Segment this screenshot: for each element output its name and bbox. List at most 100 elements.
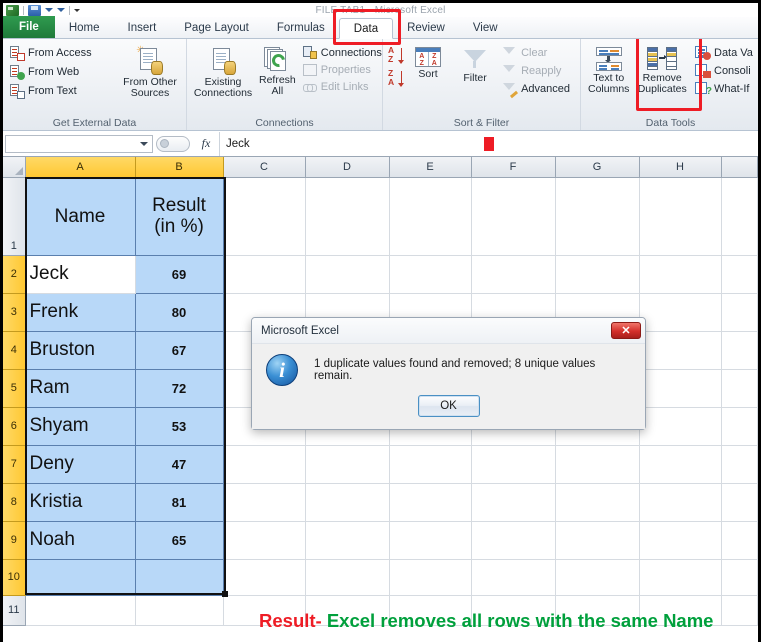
cell-a6[interactable]: Shyam [25, 407, 136, 446]
cell-c9[interactable] [223, 521, 306, 560]
cell-b1[interactable]: Result (in %) [135, 177, 224, 256]
tab-page-layout[interactable]: Page Layout [170, 17, 263, 38]
cell-b8[interactable]: 81 [135, 483, 224, 522]
reapply-button[interactable]: Reapply [500, 62, 575, 79]
cell-overflow-8[interactable] [721, 483, 758, 522]
name-box[interactable] [5, 134, 153, 153]
column-header-f[interactable]: F [471, 157, 556, 178]
refresh-all-button[interactable]: Refresh All [257, 44, 298, 100]
cell-h1[interactable] [639, 177, 722, 256]
advanced-button[interactable]: Advanced [500, 80, 575, 99]
cell-c1[interactable] [223, 177, 306, 256]
cell-h6[interactable] [639, 407, 722, 446]
cell-c10[interactable] [223, 559, 306, 596]
select-all-corner[interactable] [3, 157, 26, 178]
column-header-a[interactable]: A [25, 157, 136, 178]
cell-b4[interactable]: 67 [135, 331, 224, 370]
tab-view[interactable]: View [459, 17, 512, 38]
clear-button[interactable]: Clear [500, 44, 575, 61]
cell-g2[interactable] [555, 255, 640, 294]
column-header-b[interactable]: B [135, 157, 224, 178]
cell-h5[interactable] [639, 369, 722, 408]
cell-overflow-6[interactable] [721, 407, 758, 446]
insert-function-icon[interactable]: fx [193, 136, 219, 151]
cell-b11[interactable] [135, 595, 224, 626]
cell-f9[interactable] [471, 521, 556, 560]
cell-b10[interactable] [135, 559, 224, 596]
row-header-5[interactable]: 5 [3, 369, 26, 408]
cell-b9[interactable]: 65 [135, 521, 224, 560]
cell-a3[interactable]: Frenk [25, 293, 136, 332]
sort-ascending-icon[interactable]: AZ [388, 46, 404, 68]
cell-e1[interactable] [389, 177, 472, 256]
cell-b5[interactable]: 72 [135, 369, 224, 408]
cell-e7[interactable] [389, 445, 472, 484]
row-header-2[interactable]: 2 [3, 255, 26, 294]
cell-d9[interactable] [305, 521, 390, 560]
cell-b2[interactable]: 69 [135, 255, 224, 294]
cell-d10[interactable] [305, 559, 390, 596]
tab-data[interactable]: Data [338, 18, 394, 39]
expand-formula-bar-button[interactable] [156, 135, 190, 152]
ok-button[interactable]: OK [417, 395, 480, 417]
cell-c8[interactable] [223, 483, 306, 522]
cell-a7[interactable]: Deny [25, 445, 136, 484]
row-header-8[interactable]: 8 [3, 483, 26, 522]
cell-h3[interactable] [639, 293, 722, 332]
tab-file[interactable]: File [3, 16, 55, 38]
row-header-3[interactable]: 3 [3, 293, 26, 332]
cell-f1[interactable] [471, 177, 556, 256]
cell-g8[interactable] [555, 483, 640, 522]
cell-b7[interactable]: 47 [135, 445, 224, 484]
row-header-4[interactable]: 4 [3, 331, 26, 370]
row-header-9[interactable]: 9 [3, 521, 26, 560]
cell-g10[interactable] [555, 559, 640, 596]
column-header-h[interactable]: H [639, 157, 722, 178]
cell-overflow-3[interactable] [721, 293, 758, 332]
cell-e8[interactable] [389, 483, 472, 522]
row-header-7[interactable]: 7 [3, 445, 26, 484]
edit-links-button[interactable]: Edit Links [301, 79, 381, 95]
cell-a11[interactable] [25, 595, 136, 626]
cell-e10[interactable] [389, 559, 472, 596]
cell-h2[interactable] [639, 255, 722, 294]
cell-f7[interactable] [471, 445, 556, 484]
cell-e9[interactable] [389, 521, 472, 560]
cell-f2[interactable] [471, 255, 556, 294]
cell-overflow-9[interactable] [721, 521, 758, 560]
cell-overflow-4[interactable] [721, 331, 758, 370]
cell-a10[interactable] [25, 559, 136, 596]
cell-g9[interactable] [555, 521, 640, 560]
cell-d8[interactable] [305, 483, 390, 522]
cell-h8[interactable] [639, 483, 722, 522]
from-other-sources-button[interactable]: ✳ From Other Sources [119, 44, 181, 102]
data-validation-button[interactable]: Data Va [693, 44, 755, 61]
column-header-e[interactable]: E [389, 157, 472, 178]
filter-button[interactable]: Filter [453, 44, 497, 87]
cell-overflow-2[interactable] [721, 255, 758, 294]
tab-home[interactable]: Home [55, 17, 114, 38]
tab-insert[interactable]: Insert [114, 17, 171, 38]
cell-h4[interactable] [639, 331, 722, 370]
sort-button[interactable]: AZZA Sort [406, 44, 450, 83]
cell-d1[interactable] [305, 177, 390, 256]
text-to-columns-button[interactable]: Text to Columns [586, 44, 631, 98]
row-header-6[interactable]: 6 [3, 407, 26, 446]
remove-duplicates-button[interactable]: Remove Duplicates [634, 44, 690, 98]
close-icon[interactable]: ✕ [611, 322, 641, 339]
cell-b6[interactable]: 53 [135, 407, 224, 446]
cell-c2[interactable] [223, 255, 306, 294]
cell-d2[interactable] [305, 255, 390, 294]
cell-a2[interactable]: Jeck [25, 255, 136, 294]
cell-f8[interactable] [471, 483, 556, 522]
cell-f10[interactable] [471, 559, 556, 596]
chevron-down-icon[interactable] [140, 141, 148, 146]
row-header-10[interactable]: 10 [3, 559, 26, 596]
column-header-c[interactable]: C [223, 157, 306, 178]
cell-g1[interactable] [555, 177, 640, 256]
cell-g7[interactable] [555, 445, 640, 484]
cell-a1[interactable]: Name [25, 177, 136, 256]
tab-review[interactable]: Review [393, 17, 459, 38]
cell-overflow-7[interactable] [721, 445, 758, 484]
existing-connections-button[interactable]: Existing Connections [192, 44, 254, 102]
